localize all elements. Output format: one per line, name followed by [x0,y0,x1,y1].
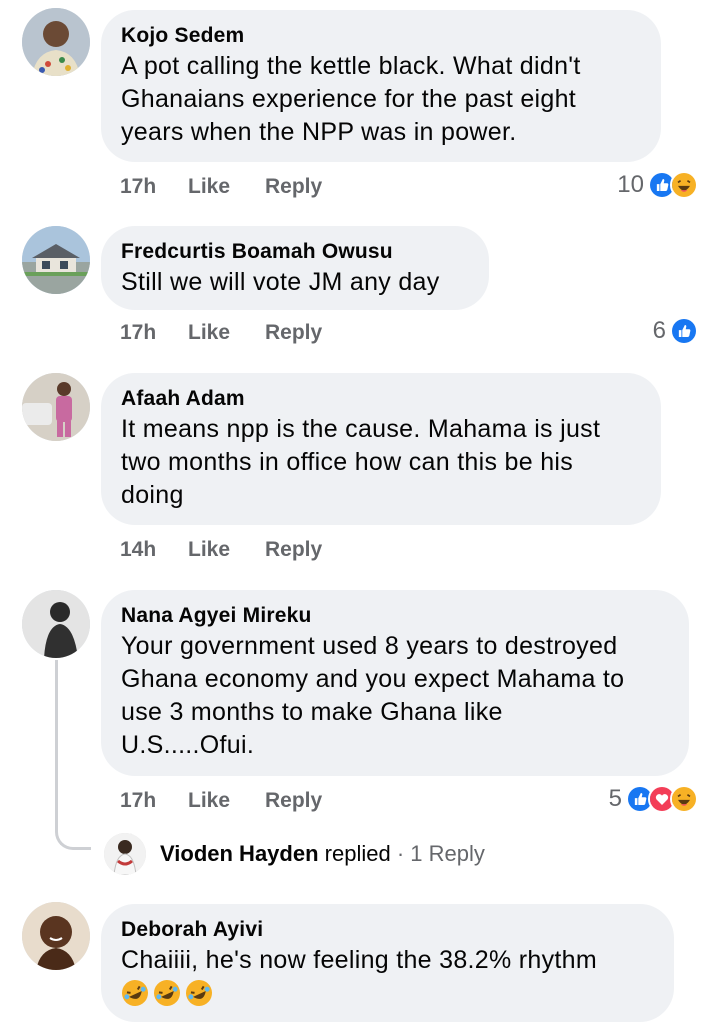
avatar[interactable] [22,590,90,658]
comment-text-line: Your government used 8 years to destroye… [121,632,618,660]
comment-text-line: Chaiiii, he's now feeling the 38.2% rhyt… [121,946,597,974]
comment-text-line: A pot calling the kettle black. What did… [121,52,581,80]
rofl-emoji [185,979,213,1007]
like-button[interactable]: Like [188,538,265,562]
reply-author[interactable]: Vioden Hayden [160,841,319,866]
haha-icon [670,171,698,199]
like-button[interactable]: Like [188,175,265,199]
avatar[interactable] [22,8,90,76]
reaction-count: 6 [652,317,666,344]
avatar[interactable] [22,902,90,970]
reaction-count: 10 [617,171,644,198]
comment-text-line: two months in office how can this be his [121,448,574,476]
timestamp[interactable]: 17h [120,321,188,345]
comment-author[interactable]: Fredcurtis Boamah Owusu [121,238,469,266]
reaction-summary[interactable]: 5 [609,784,698,814]
comment-text-line: Still we will vote JM any day [121,268,440,296]
like-button[interactable]: Like [188,789,265,813]
timestamp[interactable]: 17h [120,789,188,813]
comment-bubble: Deborah Ayivi Chaiiii, he's now feeling … [101,904,674,1022]
comment-bubble: Afaah Adam It means npp is the cause. Ma… [101,373,661,525]
avatar[interactable] [22,226,90,294]
comment-bubble: Kojo Sedem A pot calling the kettle blac… [101,10,661,162]
comment-text-line: It means npp is the cause. Mahama is jus… [121,415,601,443]
like-button[interactable]: Like [188,321,265,345]
comment-text-line: Ghanaians experience for the past eight [121,85,577,113]
comment-bubble: Nana Agyei Mireku Your government used 8… [101,590,689,776]
avatar[interactable] [22,373,90,441]
thread-connector [55,660,91,850]
timestamp[interactable]: 17h [120,175,188,199]
avatar [104,833,146,875]
reply-button[interactable]: Reply [265,538,322,562]
comment-text-line: use 3 months to make Ghana like [121,698,503,726]
comment-text-line: U.S.....Ofui. [121,731,255,759]
comment-text-line: doing [121,481,184,509]
comment-actions: 14h Like Reply [120,535,322,565]
comment-author[interactable]: Nana Agyei Mireku [121,602,669,630]
rofl-emoji [153,979,181,1007]
like-icon [670,317,698,345]
reply-button[interactable]: Reply [265,789,322,813]
timestamp[interactable]: 14h [120,538,188,562]
replied-summary[interactable]: Vioden Hayden replied · 1 Reply [160,841,485,867]
reply-button[interactable]: Reply [265,175,322,199]
comment-author[interactable]: Afaah Adam [121,385,641,413]
comment-author[interactable]: Kojo Sedem [121,22,641,50]
replied-verb: replied [324,841,391,866]
comment-actions: 17h Like Reply [120,172,322,202]
comment-bubble: Fredcurtis Boamah Owusu Still we will vo… [101,226,489,310]
comment-text-line: Ghana economy and you expect Mahama to [121,665,625,693]
rofl-emoji [121,979,149,1007]
haha-icon [670,785,698,813]
reaction-summary[interactable]: 10 [617,170,698,200]
reaction-count: 5 [608,785,622,812]
reaction-summary[interactable]: 6 [653,316,698,346]
view-replies-link[interactable]: Vioden Hayden replied · 1 Reply [104,832,485,876]
emoji-row [121,979,654,1007]
comment-author[interactable]: Deborah Ayivi [121,916,654,944]
reply-button[interactable]: Reply [265,321,322,345]
comment-actions: 17h Like Reply [120,786,322,816]
comment-text-line: years when the NPP was in power. [121,118,517,146]
reply-count[interactable]: · 1 Reply [397,841,485,866]
comment-actions: 17h Like Reply [120,318,322,348]
